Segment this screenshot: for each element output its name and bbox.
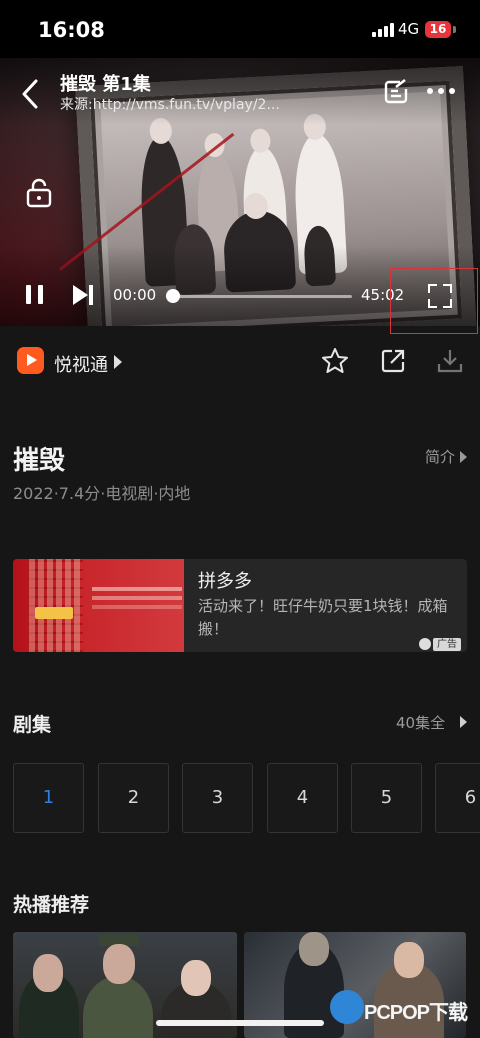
episode-button[interactable]: 3 bbox=[182, 763, 253, 833]
current-time: 00:00 bbox=[113, 286, 157, 304]
intro-caret-icon bbox=[460, 451, 467, 463]
source-row: 悦视通 bbox=[0, 326, 480, 402]
battery-icon: 16 bbox=[425, 21, 451, 38]
ad-thumbnail bbox=[13, 559, 184, 652]
next-episode-button[interactable] bbox=[70, 284, 96, 306]
episode-button[interactable]: 2 bbox=[98, 763, 169, 833]
show-title: 摧毁 bbox=[13, 446, 66, 476]
favorite-button[interactable] bbox=[321, 347, 349, 375]
ad-description: 活动来了！旺仔牛奶只要1块钱！成箱搬！ bbox=[198, 597, 448, 638]
episodes-count-link[interactable]: 40集全 bbox=[396, 712, 445, 733]
note-icon bbox=[384, 79, 408, 104]
share-button[interactable] bbox=[379, 347, 407, 375]
home-indicator[interactable] bbox=[156, 1020, 324, 1026]
lock-icon bbox=[26, 178, 52, 208]
watermark-logo-icon bbox=[330, 990, 364, 1024]
download-button[interactable] bbox=[436, 347, 464, 375]
more-button[interactable] bbox=[427, 88, 457, 96]
app-play-icon[interactable] bbox=[17, 347, 44, 374]
episode-button[interactable]: 6 bbox=[435, 763, 480, 833]
episode-list: 1 2 3 4 5 6 bbox=[13, 763, 480, 835]
signal-icon bbox=[372, 23, 394, 37]
lock-button[interactable] bbox=[24, 176, 54, 210]
star-icon bbox=[322, 348, 348, 373]
ad-card[interactable]: 拼多多 活动来了！旺仔牛奶只要1块钱！成箱搬！ 广告 bbox=[13, 559, 467, 652]
watermark: PCPOP下载 bbox=[330, 990, 480, 1030]
episode-button[interactable]: 1 bbox=[13, 763, 84, 833]
episodes-heading: 剧集 bbox=[13, 714, 52, 736]
hot-heading: 热播推荐 bbox=[13, 894, 90, 916]
pause-button[interactable] bbox=[24, 284, 46, 306]
episode-button[interactable]: 4 bbox=[267, 763, 338, 833]
highlight-box bbox=[390, 268, 478, 334]
episodes-caret-icon bbox=[460, 716, 467, 728]
share-icon bbox=[381, 349, 405, 373]
battery-tip bbox=[453, 26, 456, 33]
status-time: 16:08 bbox=[38, 18, 105, 42]
back-button[interactable] bbox=[16, 76, 46, 112]
network-label: 4G bbox=[398, 20, 420, 38]
download-icon bbox=[437, 350, 463, 373]
next-icon bbox=[73, 285, 93, 305]
video-source: 来源:http://vms.fun.tv/vplay/2... bbox=[60, 97, 280, 113]
video-title: 摧毁 第1集 bbox=[60, 74, 151, 95]
intro-link[interactable]: 简介 bbox=[425, 446, 455, 467]
ad-tag: 广告 bbox=[433, 638, 461, 651]
caret-right-icon bbox=[114, 355, 122, 369]
progress-knob[interactable] bbox=[166, 289, 180, 303]
ad-close-icon[interactable] bbox=[419, 638, 431, 650]
note-button[interactable] bbox=[382, 78, 410, 106]
status-bar: 16:08 4G 16 bbox=[0, 0, 480, 58]
watermark-text: PCPOP下载 bbox=[364, 1002, 468, 1024]
ad-title: 拼多多 bbox=[198, 571, 252, 592]
back-icon bbox=[22, 79, 38, 109]
progress-slider[interactable] bbox=[166, 289, 352, 303]
source-app-name[interactable]: 悦视通 bbox=[54, 351, 108, 377]
show-meta: 2022·7.4分·电视剧·内地 bbox=[13, 484, 191, 503]
episode-button[interactable]: 5 bbox=[351, 763, 422, 833]
